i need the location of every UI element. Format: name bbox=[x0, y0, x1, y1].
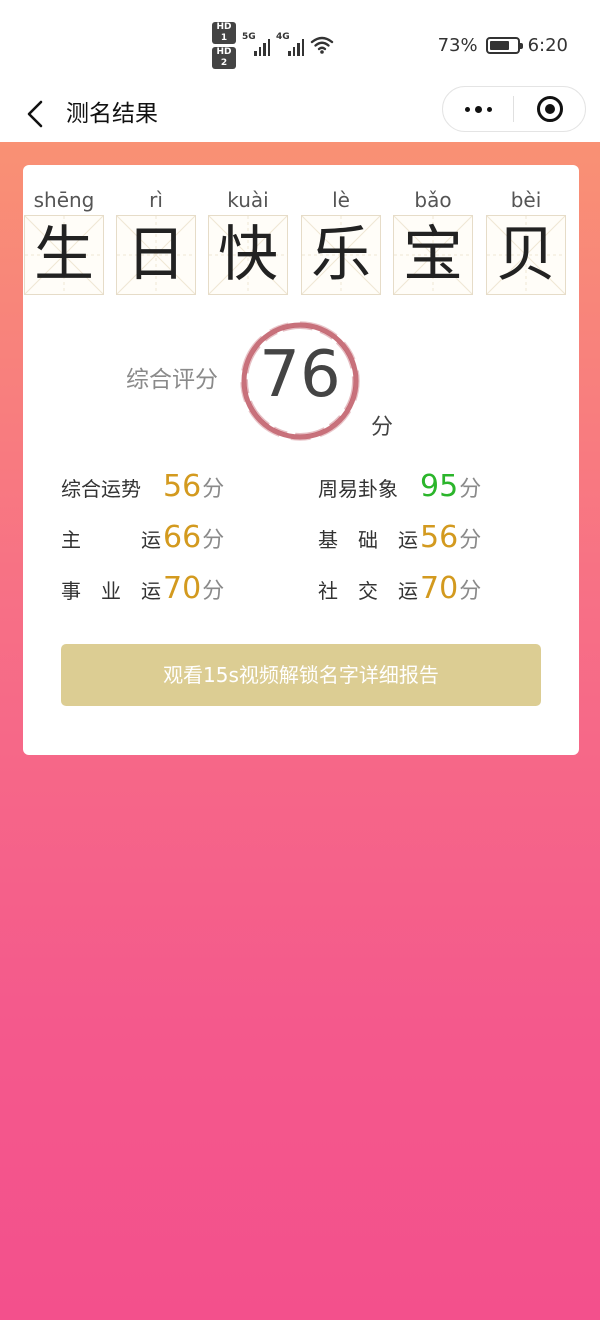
target-ring-icon bbox=[536, 96, 563, 122]
metric-unit: 分 bbox=[459, 477, 482, 502]
char-glyph: 贝 bbox=[496, 220, 556, 290]
char-glyph: 快 bbox=[218, 220, 278, 290]
signal-4g-icon: 4G bbox=[276, 32, 304, 56]
char-glyph: 生 bbox=[34, 220, 94, 290]
metric-label: 基础运 bbox=[318, 528, 418, 552]
metric-overall-fortune: 综合运势 56 分 bbox=[61, 467, 224, 507]
net1-label: 5G bbox=[242, 32, 256, 42]
more-button[interactable] bbox=[443, 87, 513, 131]
result-card: shēng 生 rì 日 kuài 快 lè 乐 bǎo 宝 bèi 贝 综合评… bbox=[23, 165, 579, 755]
unlock-report-button[interactable]: 观看15s视频解锁名字详细报告 bbox=[61, 644, 541, 706]
overall-score-value: 76 bbox=[259, 338, 341, 412]
close-button[interactable] bbox=[514, 87, 585, 131]
battery-level bbox=[489, 40, 509, 50]
char-grid-box: 宝 bbox=[393, 215, 473, 295]
mini-program-capsule bbox=[442, 86, 586, 132]
metric-value: 70 bbox=[420, 571, 459, 606]
metric-unit: 分 bbox=[202, 528, 225, 553]
char-grid-box: 日 bbox=[116, 215, 196, 295]
nav-bar: 测名结果 bbox=[0, 86, 600, 142]
status-right: 73% 6:20 bbox=[438, 32, 568, 58]
char-pinyin: shēng bbox=[33, 188, 95, 212]
char-pinyin: rì bbox=[149, 188, 163, 212]
sim-badges: HD 1 HD 2 bbox=[212, 21, 236, 69]
char-glyph: 乐 bbox=[311, 220, 371, 290]
metric-unit: 分 bbox=[202, 579, 225, 604]
wifi-icon bbox=[310, 36, 334, 54]
status-bar: HD 1 HD 2 5G 4G 73% 6:20 bbox=[0, 0, 600, 86]
char-grid-box: 乐 bbox=[301, 215, 381, 295]
metric-label: 综合运势 bbox=[61, 477, 141, 501]
char-grid-box: 生 bbox=[24, 215, 104, 295]
metric-label: 社交运 bbox=[318, 579, 418, 603]
metric-social-luck: 社交运 70 分 bbox=[318, 569, 481, 609]
char-pinyin: lè bbox=[332, 188, 350, 212]
char-pinyin: kuài bbox=[227, 188, 269, 212]
metric-unit: 分 bbox=[459, 579, 482, 604]
char-cell: kuài 快 bbox=[208, 165, 288, 297]
net2-label: 4G bbox=[276, 32, 290, 42]
clock: 6:20 bbox=[527, 34, 568, 56]
metric-label: 事业运 bbox=[61, 579, 161, 603]
char-pinyin: bèi bbox=[510, 188, 542, 212]
hd1-badge: HD 1 bbox=[212, 21, 236, 44]
char-cell: bèi 贝 bbox=[486, 165, 566, 297]
char-cell: rì 日 bbox=[116, 165, 196, 297]
metric-value: 56 bbox=[420, 520, 459, 555]
char-pinyin: bǎo bbox=[414, 188, 452, 212]
char-grid-box: 快 bbox=[208, 215, 288, 295]
overall-score-unit: 分 bbox=[371, 415, 394, 440]
overall-score-label: 综合评分 bbox=[126, 367, 218, 393]
back-button[interactable] bbox=[18, 92, 52, 136]
char-glyph: 日 bbox=[126, 220, 186, 290]
char-cell: lè 乐 bbox=[301, 165, 381, 297]
hd2-badge: HD 2 bbox=[212, 46, 236, 69]
metric-main-luck: 主运 66 分 bbox=[61, 518, 224, 558]
metric-value: 66 bbox=[163, 520, 202, 555]
battery-percent: 73% bbox=[437, 34, 478, 56]
char-grid-box: 贝 bbox=[486, 215, 566, 295]
metric-value: 95 bbox=[420, 469, 459, 504]
metric-label: 周易卦象 bbox=[318, 477, 398, 501]
page-title: 测名结果 bbox=[66, 101, 158, 127]
metric-label: 主运 bbox=[61, 528, 161, 552]
network-indicators: HD 1 HD 2 5G 4G bbox=[212, 21, 334, 69]
metric-value: 56 bbox=[163, 469, 202, 504]
metric-zhouyi: 周易卦象 95 分 bbox=[318, 467, 481, 507]
name-characters: shēng 生 rì 日 kuài 快 lè 乐 bǎo 宝 bèi 贝 bbox=[23, 165, 579, 297]
battery-icon bbox=[485, 36, 523, 54]
char-glyph: 宝 bbox=[403, 220, 463, 290]
metric-career-luck: 事业运 70 分 bbox=[61, 569, 224, 609]
metric-base-luck: 基础运 56 分 bbox=[318, 518, 481, 558]
signal-5g-icon: 5G bbox=[242, 32, 270, 56]
char-cell: shēng 生 bbox=[24, 165, 104, 297]
more-dots-icon bbox=[464, 106, 470, 112]
chevron-left-icon bbox=[27, 100, 43, 128]
metric-unit: 分 bbox=[459, 528, 482, 553]
char-cell: bǎo 宝 bbox=[393, 165, 473, 297]
metric-value: 70 bbox=[163, 571, 202, 606]
metric-unit: 分 bbox=[202, 477, 225, 502]
